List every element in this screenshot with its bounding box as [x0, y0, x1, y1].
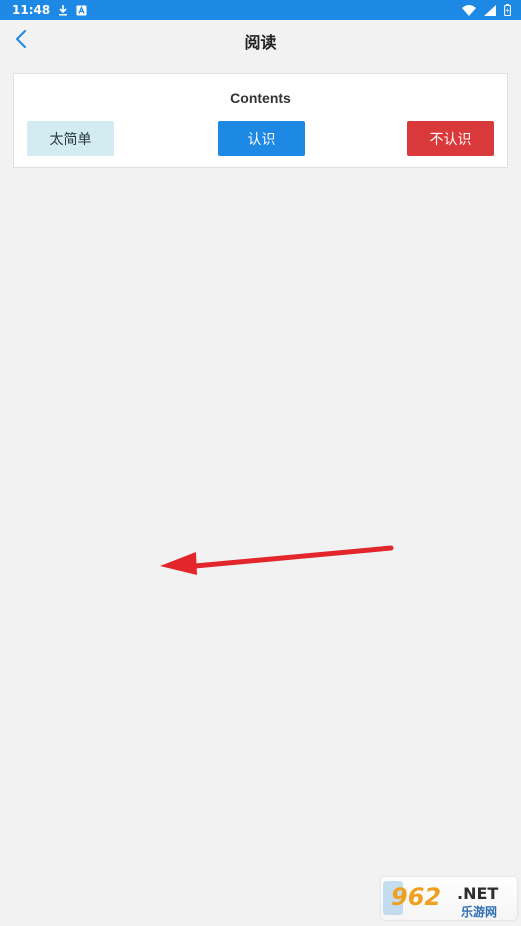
signal-icon	[484, 4, 496, 16]
svg-text:962: 962	[391, 883, 441, 911]
watermark-logo: 962 .NET 乐游网	[381, 877, 517, 920]
card-title: Contents	[230, 90, 291, 106]
a-notification-icon	[76, 5, 87, 16]
app-screen: 11:48 阅读 Contents 太简单 认识 不认识 962 .NET 乐游…	[0, 0, 521, 926]
know-button[interactable]: 认识	[218, 121, 305, 156]
svg-text:乐游网: 乐游网	[461, 904, 497, 919]
status-bar: 11:48	[0, 0, 521, 20]
dont-know-button[interactable]: 不认识	[407, 121, 494, 156]
back-button[interactable]	[6, 26, 36, 56]
status-time: 11:48	[12, 3, 51, 17]
chevron-left-icon	[14, 29, 28, 53]
page-title: 阅读	[244, 33, 277, 52]
word-card: Contents 太简单 认识 不认识	[13, 73, 508, 168]
svg-text:.NET: .NET	[457, 884, 498, 903]
download-icon	[58, 4, 68, 16]
wifi-icon	[462, 4, 476, 16]
status-right	[462, 4, 511, 16]
battery-icon	[504, 4, 511, 16]
watermark-graphic: 962 .NET 乐游网	[383, 881, 498, 919]
app-header: 阅读	[0, 20, 521, 62]
too-easy-button[interactable]: 太简单	[27, 121, 114, 156]
status-left: 11:48	[12, 3, 87, 17]
